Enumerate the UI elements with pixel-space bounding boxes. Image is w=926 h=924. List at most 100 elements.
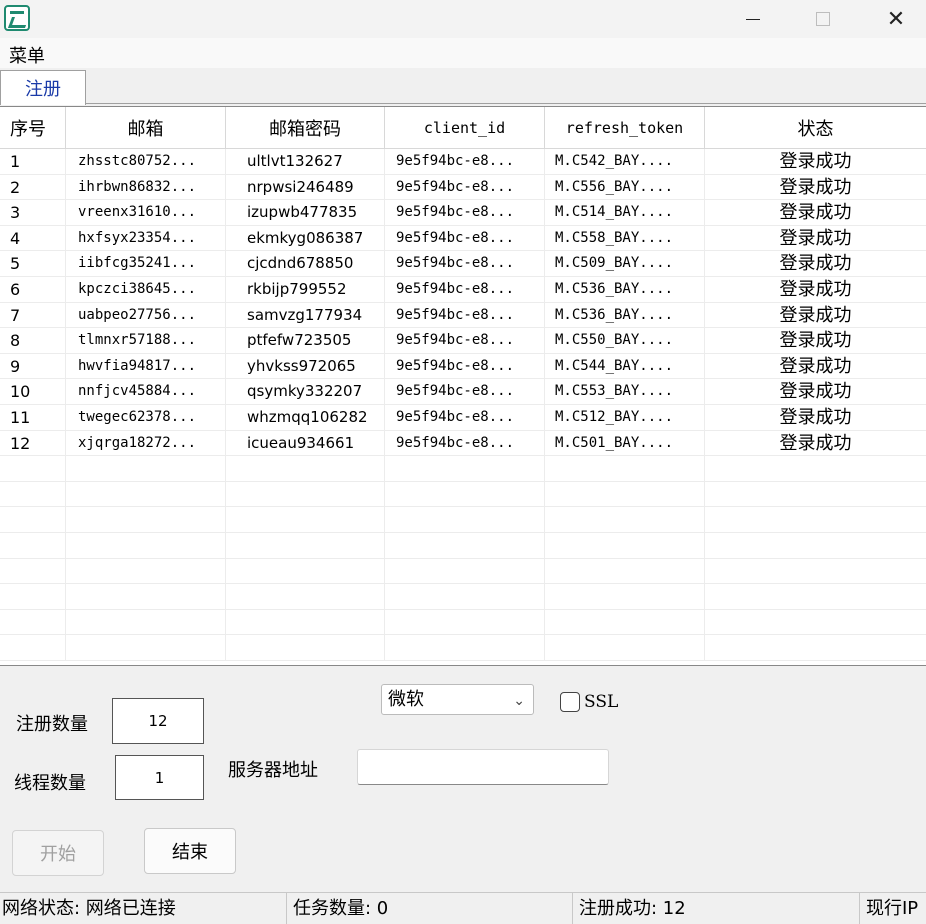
thread-count-input[interactable]: 1 — [115, 755, 204, 800]
cell-refresh-token: M.C512_BAY.... — [545, 405, 705, 431]
cell-client-id — [385, 533, 545, 559]
cell-email: xjqrga18272... — [66, 430, 226, 457]
column-header-email[interactable]: 邮箱 — [66, 107, 226, 149]
table-row[interactable] — [0, 609, 926, 636]
table-row[interactable] — [0, 456, 926, 482]
cell-status: 登录成功 — [779, 227, 852, 249]
cell-email-password — [226, 609, 385, 636]
cell-status: 登录成功 — [779, 279, 852, 300]
cell-index — [0, 558, 66, 585]
cell-client-id — [385, 481, 545, 508]
table-row[interactable]: 11 twegec62378... whzmqq106282 9e5f94bc-e8.… — [0, 405, 926, 431]
ssl-checkbox-label[interactable]: SSL — [584, 692, 618, 712]
cell-refresh-token — [545, 584, 705, 610]
cell-client-id: 9e5f94bc-e8... — [385, 251, 545, 277]
cell-status: 登录成功 — [779, 432, 852, 454]
column-header-index[interactable]: 序号 — [0, 107, 66, 149]
table-row[interactable]: 7 uabpeo27756... samvzg177934 9e5f94bc-e8..… — [0, 302, 926, 329]
cell-client-id — [385, 507, 545, 533]
cell-refresh-token — [545, 481, 705, 508]
cell-client-id: 9e5f94bc-e8... — [385, 174, 545, 201]
cell-refresh-token: M.C542_BAY.... — [545, 149, 705, 175]
cell-email-password: nrpwsi246489 — [226, 174, 385, 201]
cell-status — [705, 507, 926, 533]
cell-email: iibfcg35241... — [66, 251, 226, 277]
cell-email-password: whzmqq106282 — [226, 405, 385, 431]
table-row[interactable]: 10 nnfjcv45884... qsymky332207 9e5f94bc-e8.… — [0, 379, 926, 405]
chevron-down-icon: ⌄ — [513, 693, 525, 709]
column-header-status[interactable]: 状态 — [705, 107, 926, 149]
provider-select-value: 微软 — [388, 689, 424, 710]
cell-email-password: samvzg177934 — [226, 302, 385, 329]
cell-status: 登录成功 — [779, 407, 852, 428]
cell-status — [705, 584, 926, 610]
table-row[interactable]: 2 ihrbwn86832... nrpwsi246489 9e5f94bc-e8..… — [0, 174, 926, 201]
table-row[interactable]: 6 kpczci38645... rkbijp799552 9e5f94bc-e8..… — [0, 277, 926, 303]
cell-refresh-token — [545, 609, 705, 636]
cell-refresh-token: M.C536_BAY.... — [545, 277, 705, 303]
title-bar: ✕ — [0, 0, 926, 38]
table-row[interactable] — [0, 507, 926, 533]
status-network: 网络状态: 网络已连接 — [0, 893, 287, 924]
cell-email: vreenx31610... — [66, 200, 226, 226]
cell-client-id: 9e5f94bc-e8... — [385, 200, 545, 226]
table-row[interactable]: 9 hwvfia94817... yhvkss972065 9e5f94bc-e8..… — [0, 353, 926, 380]
cell-email-password — [226, 507, 385, 533]
table-row[interactable]: 4 hxfsyx23354... ekmkyg086387 9e5f94bc-e8..… — [0, 225, 926, 252]
cell-status: 登录成功 — [779, 176, 852, 198]
cell-email-password: yhvkss972065 — [226, 353, 385, 380]
cell-client-id: 9e5f94bc-e8... — [385, 430, 545, 457]
cell-refresh-token: M.C514_BAY.... — [545, 200, 705, 226]
table-row[interactable]: 1 zhsstc80752... ultlvt132627 9e5f94bc-e8..… — [0, 149, 926, 175]
table-row[interactable]: 12 xjqrga18272... icueau934661 9e5f94bc-e8.… — [0, 430, 926, 457]
table-row[interactable]: 5 iibfcg35241... cjcdnd678850 9e5f94bc-e8..… — [0, 251, 926, 277]
maximize-icon[interactable] — [800, 0, 846, 38]
provider-select[interactable]: 微软 ⌄ — [381, 684, 534, 715]
cell-refresh-token: M.C556_BAY.... — [545, 174, 705, 201]
table-row[interactable] — [0, 481, 926, 508]
cell-status: 登录成功 — [779, 304, 852, 326]
close-icon[interactable]: ✕ — [873, 0, 919, 38]
tab-register[interactable]: 注册 — [0, 70, 86, 105]
cell-status: 登录成功 — [779, 330, 852, 352]
table-row[interactable] — [0, 635, 926, 661]
ssl-checkbox[interactable] — [560, 692, 580, 712]
cell-client-id: 9e5f94bc-e8... — [385, 328, 545, 354]
cell-status: 登录成功 — [779, 151, 852, 172]
cell-index: 12 — [0, 430, 66, 457]
table-row[interactable]: 8 tlmnxr57188... ptfefw723505 9e5f94bc-e8..… — [0, 328, 926, 354]
accounts-table[interactable]: 序号 邮箱 邮箱密码 client_id refresh_token 状态 1z… — [0, 106, 926, 666]
cell-status: 登录成功 — [779, 202, 852, 224]
cell-client-id: 9e5f94bc-e8... — [385, 225, 545, 252]
column-header-refresh-token[interactable]: refresh_token — [545, 107, 705, 149]
cell-email: tlmnxr57188... — [66, 328, 226, 354]
cell-index — [0, 481, 66, 508]
table-row[interactable] — [0, 558, 926, 585]
cell-refresh-token — [545, 558, 705, 585]
menu-item-menu[interactable]: 菜单 — [9, 42, 45, 68]
column-header-email-password[interactable]: 邮箱密码 — [226, 107, 385, 149]
table-row[interactable] — [0, 533, 926, 559]
cell-email-password — [226, 481, 385, 508]
start-button[interactable]: 开始 — [12, 830, 104, 876]
server-address-input[interactable] — [357, 749, 609, 785]
stop-button[interactable]: 结束 — [144, 828, 236, 874]
cell-email: nnfjcv45884... — [66, 379, 226, 405]
cell-refresh-token — [545, 456, 705, 482]
cell-email — [66, 635, 226, 661]
cell-email: zhsstc80752... — [66, 149, 226, 175]
column-header-client-id[interactable]: client_id — [385, 107, 545, 149]
minimize-icon[interactable] — [730, 0, 776, 38]
cell-email-password: cjcdnd678850 — [226, 251, 385, 277]
cell-email — [66, 533, 226, 559]
cell-status: 登录成功 — [779, 253, 852, 275]
cell-index: 4 — [0, 225, 66, 252]
table-row[interactable] — [0, 584, 926, 610]
table-row[interactable]: 3 vreenx31610... izupwb477835 9e5f94bc-e8..… — [0, 200, 926, 226]
cell-index: 8 — [0, 328, 66, 354]
cell-status: 登录成功 — [779, 355, 852, 377]
cell-client-id — [385, 584, 545, 610]
cell-refresh-token — [545, 507, 705, 533]
cell-email-password — [226, 533, 385, 559]
register-count-input[interactable]: 12 — [112, 698, 204, 744]
